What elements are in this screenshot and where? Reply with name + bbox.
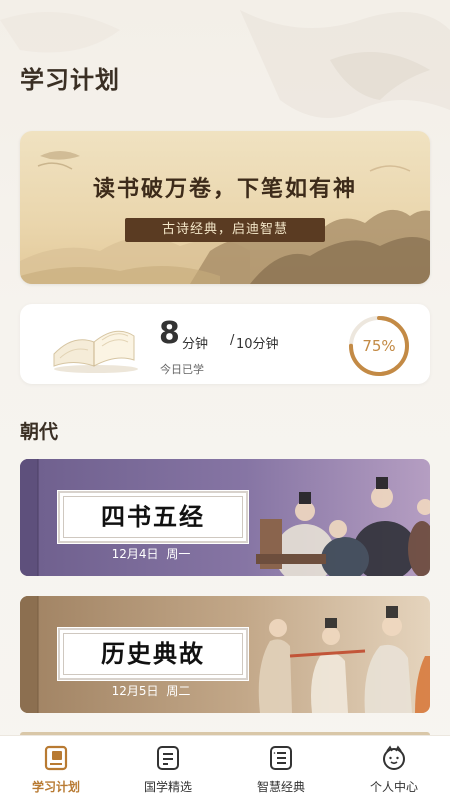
minutes-unit: 分钟	[182, 337, 209, 352]
nav-label: 国学精选	[143, 780, 192, 794]
course-date-weekday: 周二	[166, 684, 191, 698]
face-icon	[383, 745, 405, 770]
hero-banner[interactable]: 读书破万卷，下笔如有神 古诗经典，启迪智慧	[20, 131, 430, 284]
nav-item-classics[interactable]: 智慧经典	[225, 736, 337, 801]
course-title: 四书五经	[57, 490, 249, 544]
course-date: 12月5日 周二	[58, 682, 244, 699]
course-date-weekday: 周一	[166, 547, 191, 561]
open-book-icon	[53, 330, 138, 373]
book-icon	[44, 745, 68, 771]
nav-label: 学习计划	[31, 780, 80, 794]
list-icon	[270, 746, 292, 770]
course-date-day: 12月5日	[111, 684, 159, 698]
course-title: 历史典故	[57, 627, 249, 681]
page-title: 学习计划	[20, 66, 120, 94]
course-card[interactable]: 历史典故 12月5日 周二	[20, 596, 430, 713]
course-date: 12月4日 周一	[58, 545, 244, 562]
nav-item-profile[interactable]: 个人中心	[338, 736, 450, 801]
nav-item-study-plan[interactable]: 学习计划	[0, 736, 112, 801]
minutes-studied: 8	[159, 316, 180, 351]
banner-subtitle: 古诗经典，启迪智慧	[125, 218, 325, 242]
nav-label: 智慧经典	[256, 780, 305, 794]
course-card[interactable]: 四书五经 12月4日 周一	[20, 459, 430, 576]
landscape-illustration	[20, 151, 430, 284]
minutes-separator: /	[230, 333, 235, 348]
daily-progress-card[interactable]: 8 分钟 / 10分钟 今日已学 75%	[20, 304, 430, 384]
nav-label: 个人中心	[369, 780, 418, 794]
document-icon	[157, 746, 179, 770]
minutes-goal: 10分钟	[236, 337, 279, 352]
nav-item-guoxue[interactable]: 国学精选	[112, 736, 224, 801]
banner-title: 读书破万卷，下笔如有神	[92, 176, 357, 202]
course-date-day: 12月4日	[111, 547, 159, 561]
section-title: 朝代	[20, 421, 59, 443]
today-studied-label: 今日已学	[160, 363, 204, 376]
bottom-navigation: 学习计划 国学精选 智慧经典 个人中心	[0, 735, 450, 801]
progress-percent: 75%	[362, 337, 396, 355]
